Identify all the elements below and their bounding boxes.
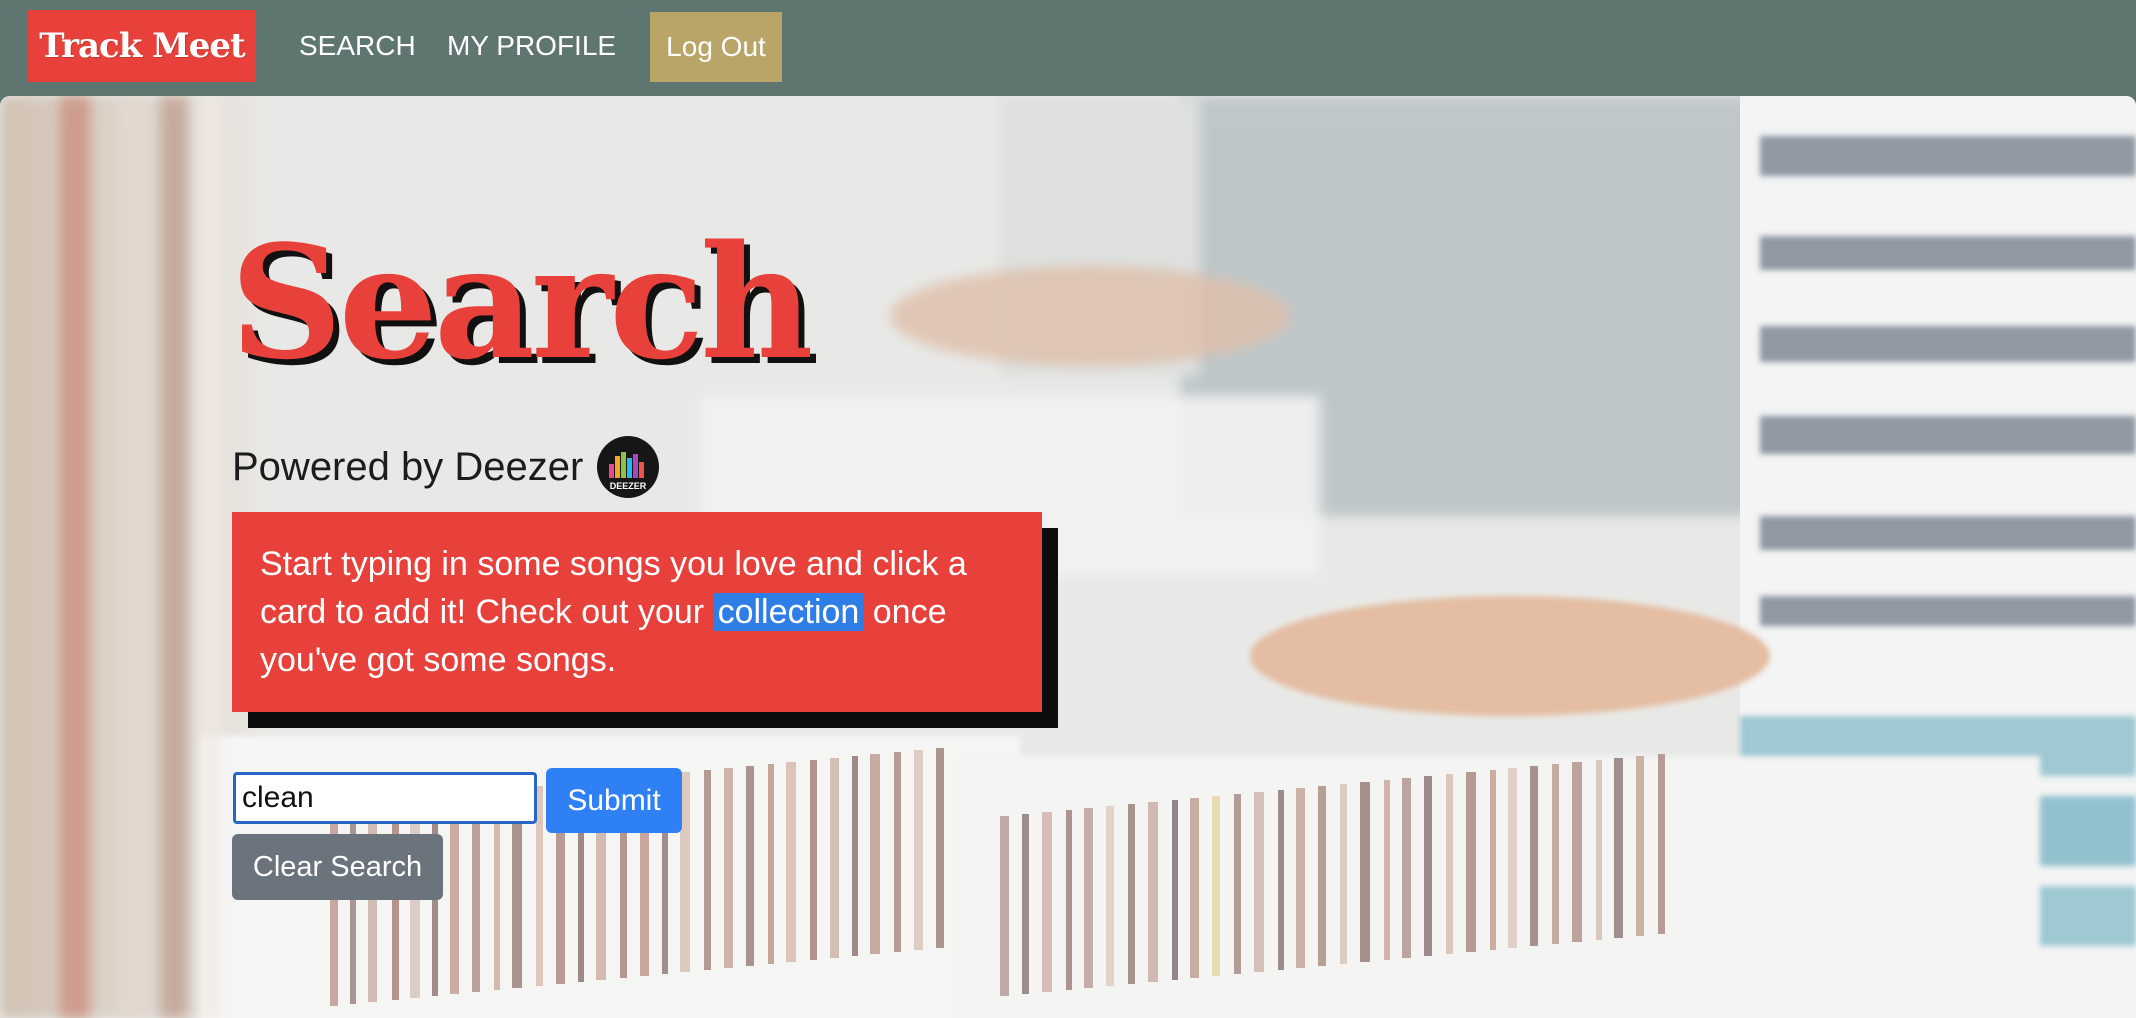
nav-link-my-profile[interactable]: MY PROFILE: [447, 28, 616, 64]
instructions-box: Start typing in some songs you love and …: [232, 512, 1042, 712]
svg-text:DEEZER: DEEZER: [610, 481, 647, 491]
powered-by-deezer: Powered by Deezer DEEZER: [232, 436, 660, 498]
collection-link[interactable]: collection: [713, 593, 864, 631]
submit-button[interactable]: Submit: [546, 768, 682, 833]
logout-button[interactable]: Log Out: [650, 12, 782, 82]
page-title: Search: [230, 211, 814, 394]
powered-by-text: Powered by Deezer: [232, 445, 584, 489]
clear-search-button[interactable]: Clear Search: [232, 834, 443, 900]
search-input[interactable]: [233, 772, 537, 824]
nav-link-search[interactable]: SEARCH: [299, 28, 416, 64]
deezer-logo-icon: DEEZER: [597, 436, 660, 498]
navbar: Track Meet SEARCH MY PROFILE Log Out: [0, 0, 2136, 96]
brand-logo[interactable]: Track Meet: [28, 10, 256, 82]
